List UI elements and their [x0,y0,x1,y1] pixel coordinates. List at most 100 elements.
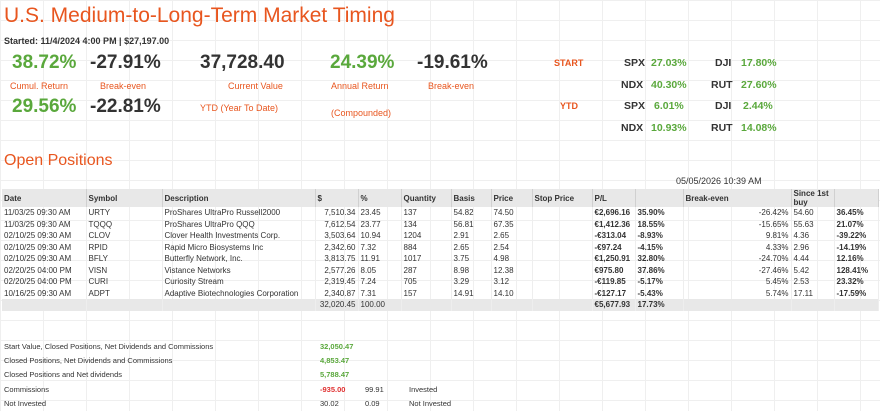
cell-symbol: BFLY [86,253,163,265]
ytd-ndx-value: 10.93% [651,122,687,134]
column-header: Basis [451,189,492,207]
cell-breakeven: 5.45% [683,276,792,288]
cumul-return-value: 38.72% [12,52,77,73]
cell-pl-percent: 32.80% [635,253,684,265]
ytd-ndx-name: NDX [621,122,644,134]
cell-first-buy: 17.11 [791,287,835,299]
ytd-breakeven-value: -22.81% [90,96,161,117]
cell-percent: 7.24 [358,276,402,288]
summary-invested-note: Invested [409,385,438,394]
cell-pl-percent: 18.55% [635,218,684,230]
column-header: Price [491,189,533,207]
total-amount: 32,020.45 [315,299,359,311]
cell-basis: 2.65 [451,241,492,253]
cell-description: Adaptive Biotechnologies Corporation [162,287,316,299]
column-header: Quantity [401,189,452,207]
cell-amount: 7,612.54 [315,218,359,230]
cell-breakeven: -24.70% [683,253,792,265]
start-rut-name: RUT [711,79,733,91]
cell-description: ProShares UltraPro Russell2000 [162,207,316,219]
cell-pl: €1,412.36 [592,218,636,230]
cell-percent: 7.31 [358,287,402,299]
cell-stop-price [532,230,593,242]
table-row: 02/20/25 04:00 PM CURI Curiosity Stream 2,3… [2,276,879,288]
cell-date: 02/10/25 09:30 AM [2,230,87,242]
ytd-label: YTD (Year To Date) [200,103,279,113]
start-ndx-value: 40.30% [651,79,687,91]
open-positions-title: Open Positions [4,152,113,169]
annual-return-value: 24.39% [330,52,395,73]
cell-symbol: URTY [86,207,163,219]
total-empty-cell [532,299,593,311]
cell-first-buy-percent: 21.07% [834,218,879,230]
summary-not-invested-value: 30.02 [320,399,339,408]
cell-price: 74.50 [491,207,533,219]
ytd-rut-name: RUT [711,122,733,134]
cell-percent: 23.77 [358,218,402,230]
column-header: Description [162,189,316,207]
summary-not-invested-pct: 0.09 [365,399,380,408]
cell-stop-price [532,253,593,265]
cell-basis: 2.91 [451,230,492,242]
summary-start-value-label: Start Value, Closed Positions, Net Divid… [4,342,214,351]
cell-first-buy: 2.53 [791,276,835,288]
cell-quantity: 134 [401,218,452,230]
total-empty-cell [401,299,452,311]
cell-date: 02/20/25 04:00 PM [2,264,87,276]
cell-date: 02/10/25 09:30 AM [2,241,87,253]
annual-return-label: Annual Return [331,81,389,91]
table-header-row: Date Symbol Description $% Quantity Basis Pric… [2,189,879,207]
cell-stop-price [532,241,593,253]
cell-description: ProShares UltraPro QQQ [162,218,316,230]
cell-description: Vistance Networks [162,264,316,276]
cell-pl: €975.80 [592,264,636,276]
summary-start-value: 32,050.47 [320,342,354,351]
column-header [635,189,684,207]
cell-stop-price [532,264,593,276]
column-header: Symbol [86,189,163,207]
cumul-return-label: Cumul. Return [10,81,69,91]
start-rut-value: 27.60% [741,79,777,91]
cell-pl: €1,250.91 [592,253,636,265]
cell-basis: 8.98 [451,264,492,276]
cell-percent: 11.91 [358,253,402,265]
cell-pl-percent: -8.93% [635,230,684,242]
table-row: 02/10/25 09:30 AM CLOV Clover Health Inves… [2,230,879,242]
cell-breakeven: -27.46% [683,264,792,276]
total-empty-cell [86,299,163,311]
cell-symbol: CURI [86,276,163,288]
cell-first-buy-percent: 23.32% [834,276,879,288]
cell-first-buy-percent: 128.41% [834,264,879,276]
market-start-label: START [554,58,584,68]
start-dji-value: 17.80% [741,57,777,69]
start-spx-value: 27.03% [651,57,687,69]
table-row: 02/10/25 09:30 AM BFLY Butterfly Network, … [2,253,879,265]
cell-breakeven: 5.74% [683,287,792,299]
cell-first-buy: 4.44 [791,253,835,265]
cell-symbol: ADPT [86,287,163,299]
cell-pl-percent: -5.43% [635,287,684,299]
cell-first-buy-percent: 36.45% [834,207,879,219]
table-row: 11/03/25 09:30 AM URTY ProShares UltraPro … [2,207,879,219]
cell-price: 2.65 [491,230,533,242]
cell-pl: -€313.04 [592,230,636,242]
cell-breakeven: 4.33% [683,241,792,253]
table-row: 02/20/25 04:00 PM VISN Vistance Networks 2,… [2,264,879,276]
cell-stop-price [532,218,593,230]
cell-amount: 2,342.60 [315,241,359,253]
total-empty-cell [791,299,835,311]
cell-basis: 56.81 [451,218,492,230]
cell-breakeven: -26.42% [683,207,792,219]
column-header: P/L [592,189,636,207]
page-title: U.S. Medium-to-Long-Term Market Timing [4,4,395,27]
column-header: $ [315,189,359,207]
cell-symbol: TQQQ [86,218,163,230]
cell-breakeven: 9.81% [683,230,792,242]
cell-date: 02/20/25 04:00 PM [2,276,87,288]
cell-quantity: 287 [401,264,452,276]
positions-table: Date Symbol Description $% Quantity Basis Pric… [2,189,879,311]
ytd-spx-value: 6.01% [654,100,684,112]
cell-price: 12.38 [491,264,533,276]
cell-date: 10/16/25 09:30 AM [2,287,87,299]
cell-amount: 3,813.75 [315,253,359,265]
